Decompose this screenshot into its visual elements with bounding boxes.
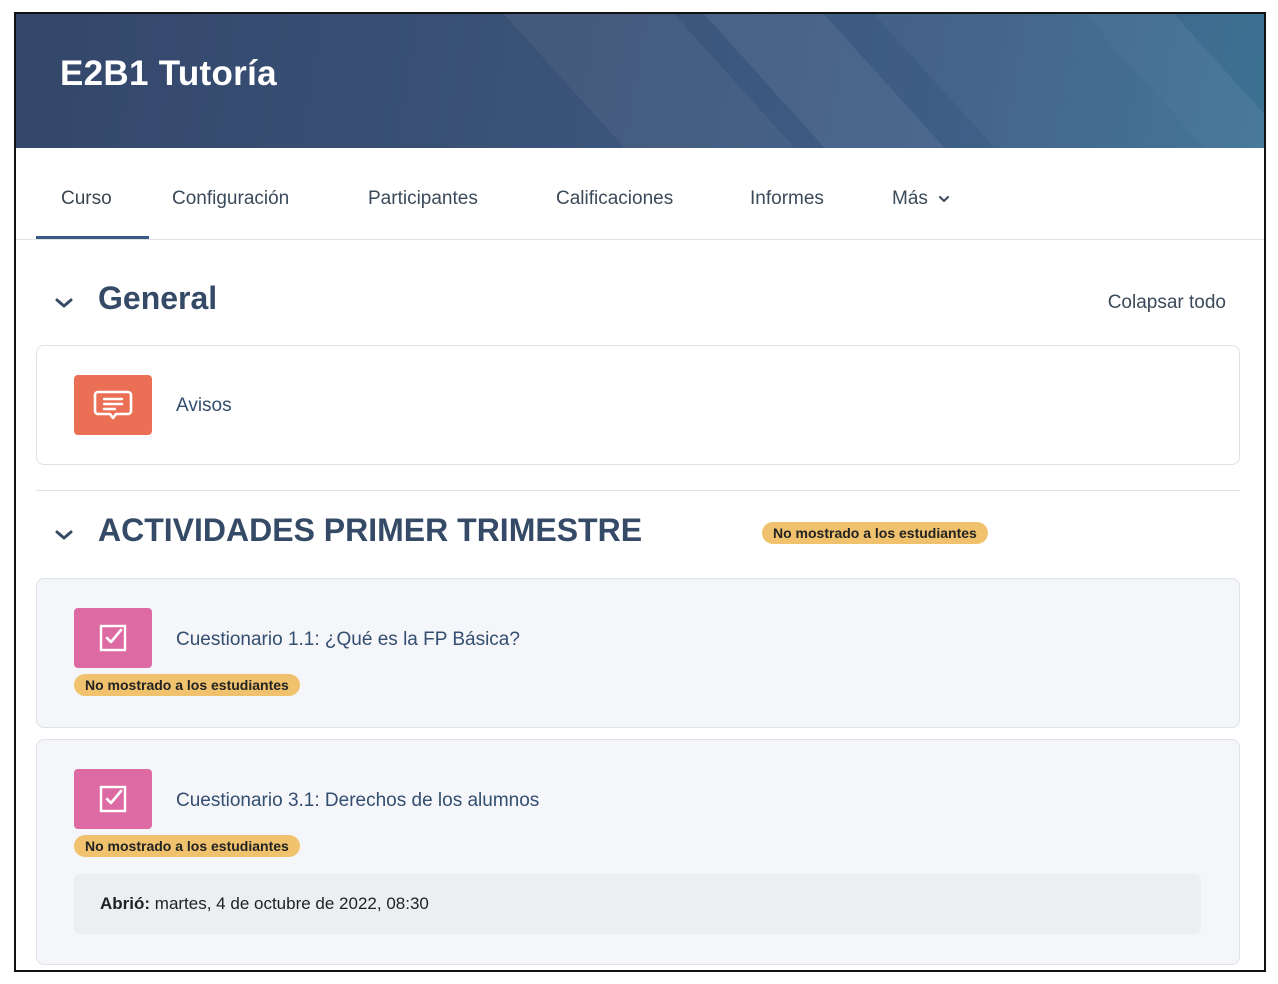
activity-card-avisos: Avisos (36, 345, 1240, 465)
tab-informes[interactable]: Informes (750, 188, 824, 210)
tab-calificaciones[interactable]: Calificaciones (556, 188, 673, 210)
chevron-down-icon (55, 298, 73, 308)
hidden-from-students-badge: No mostrado a los estudiantes (74, 835, 300, 857)
activity-link-cuestionario-1-1[interactable]: Cuestionario 1.1: ¿Qué es la FP Básica? (176, 629, 520, 651)
activity-card-cuestionario-1-1: Cuestionario 1.1: ¿Qué es la FP Básica? … (36, 578, 1240, 728)
activity-link-avisos[interactable]: Avisos (176, 395, 232, 417)
tab-curso[interactable]: Curso (61, 188, 112, 210)
section-general-toggle[interactable] (52, 291, 76, 315)
tab-participantes[interactable]: Participantes (368, 188, 478, 210)
quiz-icon (74, 608, 152, 668)
course-header-banner: E2B1 Tutoría (16, 14, 1264, 148)
section-divider (36, 490, 1240, 491)
opened-label: Abrió: (100, 894, 151, 913)
hidden-from-students-badge: No mostrado a los estudiantes (74, 674, 300, 696)
section-title-general[interactable]: General (98, 280, 217, 317)
course-title: E2B1 Tutoría (60, 54, 277, 93)
forum-icon (74, 375, 152, 435)
course-nav: Curso Configuración Participantes Califi… (16, 148, 1264, 240)
activity-dates: Abrió: martes, 4 de octubre de 2022, 08:… (74, 874, 1201, 934)
opened-date: martes, 4 de octubre de 2022, 08:30 (154, 894, 429, 913)
collapse-all-link[interactable]: Colapsar todo (1108, 292, 1226, 314)
active-tab-indicator (36, 236, 149, 239)
quiz-icon (74, 769, 152, 829)
chevron-down-icon (55, 530, 73, 540)
tab-mas[interactable]: Más (892, 188, 951, 210)
tab-mas-label: Más (892, 188, 928, 209)
tab-configuracion[interactable]: Configuración (172, 188, 289, 210)
activity-card-cuestionario-3-1: Cuestionario 3.1: Derechos de los alumno… (36, 739, 1240, 965)
activity-link-cuestionario-3-1[interactable]: Cuestionario 3.1: Derechos de los alumno… (176, 790, 539, 812)
section-actividades-toggle[interactable] (52, 523, 76, 547)
section-title-actividades[interactable]: ACTIVIDADES PRIMER TRIMESTRE (98, 512, 642, 549)
hidden-from-students-badge: No mostrado a los estudiantes (762, 522, 988, 544)
course-page: E2B1 Tutoría Curso Configuración Partici… (14, 12, 1266, 972)
chevron-down-icon (939, 195, 950, 202)
